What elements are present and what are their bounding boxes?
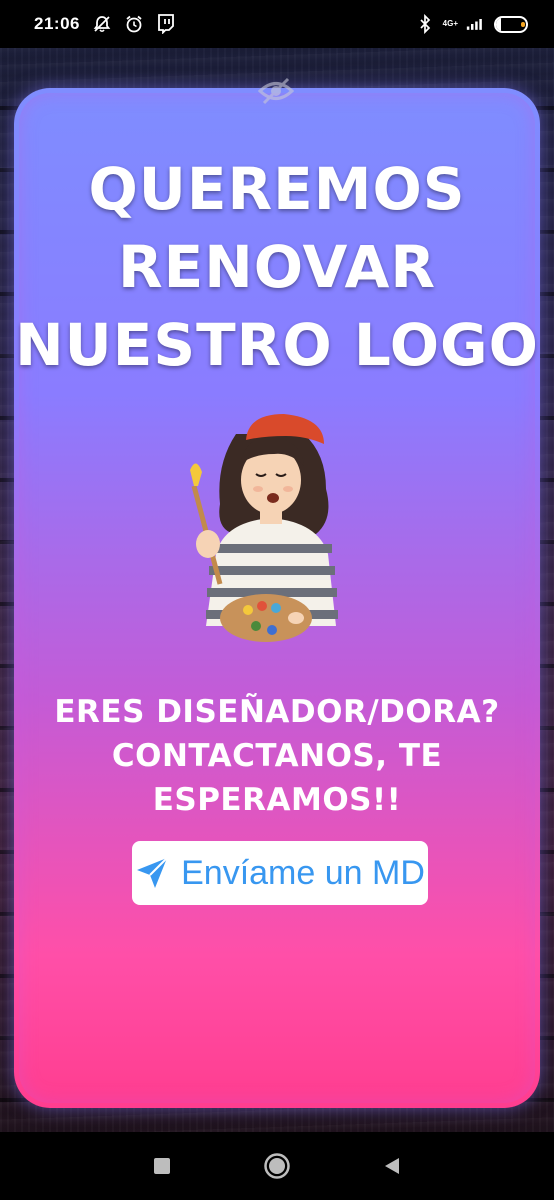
- send-dm-label: Envíame un MD: [181, 853, 425, 892]
- signal-icon: [466, 14, 486, 34]
- back-button[interactable]: [362, 1132, 422, 1200]
- painter-illustration: [190, 414, 338, 642]
- battery-icon: 18: [494, 15, 528, 33]
- twitch-icon: [156, 14, 176, 34]
- home-button[interactable]: [247, 1132, 307, 1200]
- status-bar-left: 21:06: [34, 14, 176, 34]
- battery-level: [496, 17, 502, 31]
- recents-square-icon: [154, 1158, 170, 1174]
- navigation-bar: [0, 1132, 554, 1200]
- back-triangle-icon: [385, 1158, 399, 1174]
- story-viewer[interactable]: QUEREMOS RENOVAR NUESTRO LOGO ERES DISEÑ…: [0, 48, 554, 1132]
- headline: QUEREMOS RENOVAR NUESTRO LOGO: [0, 150, 554, 384]
- battery-percentage: 18: [504, 18, 518, 30]
- headline-line-3: NUESTRO LOGO: [15, 311, 539, 379]
- sound-off-icon[interactable]: [258, 76, 294, 106]
- bluetooth-icon: [415, 14, 435, 34]
- network-type: 4G+: [442, 19, 458, 28]
- alarm-icon: [124, 14, 144, 34]
- subtext-line-3: ESPERAMOS!!: [152, 782, 402, 818]
- send-dm-button[interactable]: Envíame un MD: [132, 841, 428, 905]
- status-bar: 21:06 4G+ 18: [0, 0, 554, 48]
- subtext-line-2: CONTACTANOS, TE: [111, 738, 443, 774]
- status-bar-right: 4G+ 18: [415, 14, 528, 34]
- recents-button[interactable]: [132, 1132, 192, 1200]
- call-to-action-text: ERES DISEÑADOR/DORA? CONTACTANOS, TE ESP…: [0, 690, 554, 822]
- notifications-off-icon: [92, 14, 112, 34]
- clock: 21:06: [34, 14, 80, 33]
- headline-line-2: RENOVAR: [117, 233, 437, 301]
- battery-low-indicator: [521, 21, 525, 27]
- subtext-line-1: ERES DISEÑADOR/DORA?: [54, 694, 500, 730]
- paper-plane-icon: [137, 857, 168, 888]
- home-circle-icon: [264, 1153, 290, 1179]
- headline-line-1: QUEREMOS: [88, 155, 466, 223]
